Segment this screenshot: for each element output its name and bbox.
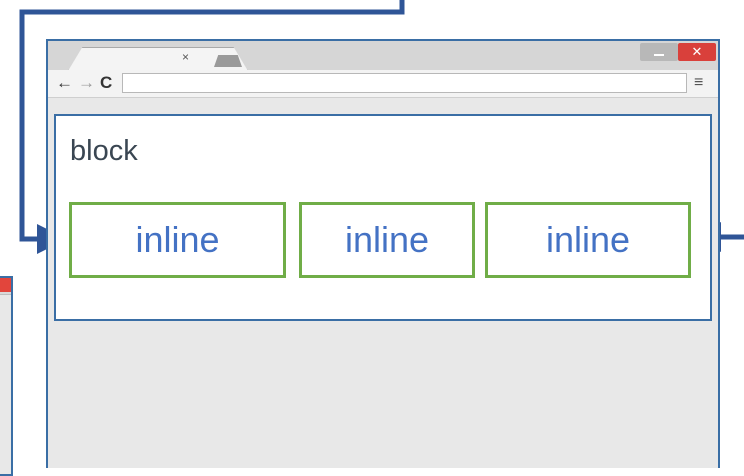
inline-label: inline <box>344 219 430 260</box>
window-close-button[interactable]: ✕ <box>678 43 716 61</box>
inline-label: inline <box>135 219 220 260</box>
partial-window-close-button[interactable] <box>0 278 11 292</box>
back-arrow-icon[interactable]: ← <box>56 73 73 93</box>
inline-element-box: inline <box>69 202 286 278</box>
page-viewport: block inline inline inline <box>48 98 718 468</box>
reload-icon[interactable]: C <box>100 73 112 93</box>
browser-window: × ✕ ← → C ≡ block inline inline inline <box>46 39 720 468</box>
block-element-box: block inline inline inline <box>54 114 712 321</box>
inline-element-box: inline <box>485 202 691 278</box>
block-label: block <box>70 135 138 167</box>
close-icon: ✕ <box>691 44 703 59</box>
inline-element-box: inline <box>299 202 475 278</box>
minimize-button[interactable] <box>640 43 678 61</box>
browser-titlebar: × ✕ <box>48 41 718 71</box>
inline-label: inline <box>545 219 631 260</box>
menu-icon[interactable]: ≡ <box>694 73 703 93</box>
browser-toolbar: ← → C ≡ <box>48 70 718 98</box>
new-tab-button[interactable] <box>214 55 242 67</box>
tab-close-icon[interactable]: × <box>182 50 189 64</box>
forward-arrow-icon[interactable]: → <box>78 73 95 93</box>
partial-browser-window <box>0 276 13 476</box>
address-bar[interactable] <box>122 73 687 93</box>
